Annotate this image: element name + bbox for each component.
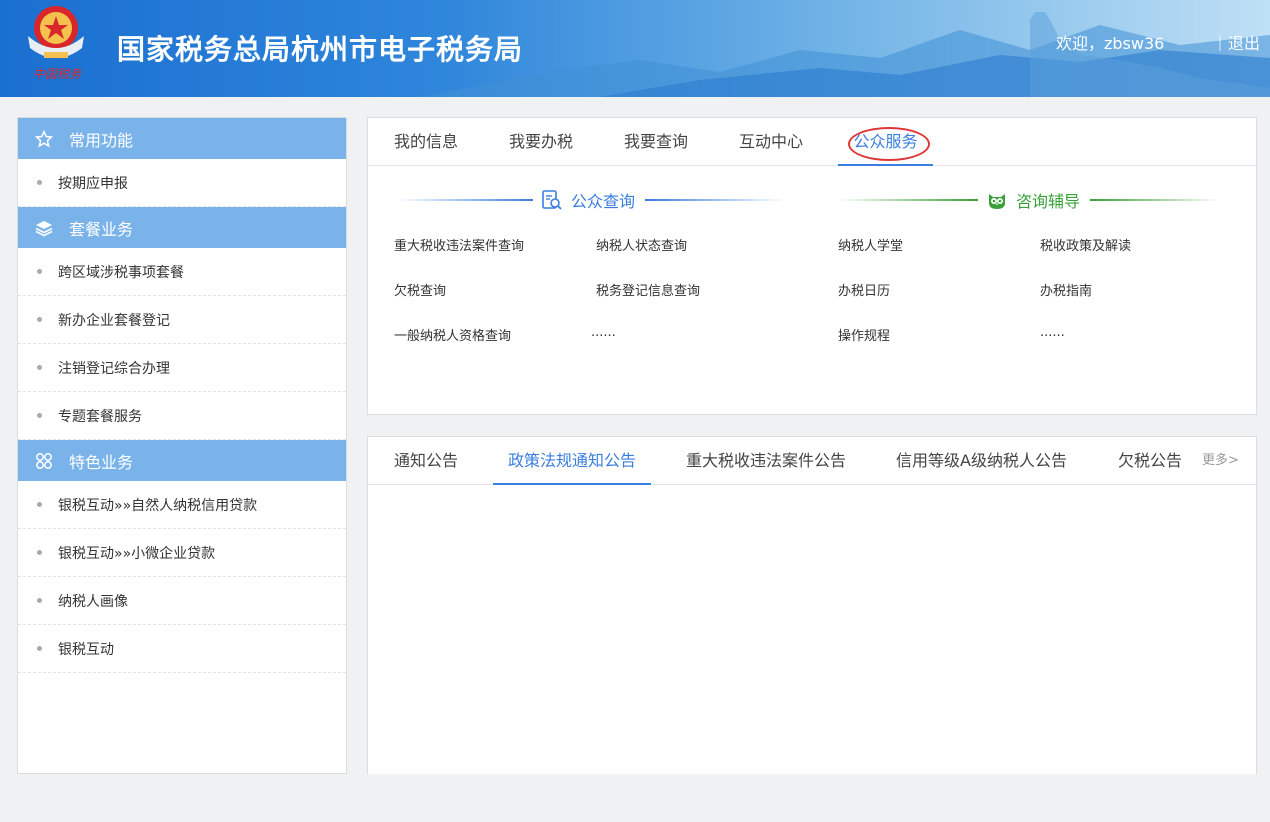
sidebar-item-label: 新办企业套餐登记	[58, 312, 170, 329]
sidebar-item-taxpayer-profile[interactable]: 纳税人画像	[18, 577, 346, 625]
logout-link[interactable]: ｜退出	[1212, 30, 1260, 54]
link-more-consult[interactable]: ......	[1040, 325, 1065, 340]
sidebar-item-bank-tax[interactable]: 银税互动	[18, 625, 346, 673]
sidebar-item-label: 银税互动	[58, 641, 114, 658]
tax-emblem-logo: 中国税务	[22, 2, 92, 84]
sidebar-group-featured[interactable]: 特色业务	[18, 440, 346, 481]
main-tab-bar: 我的信息 我要办税 我要查询 互动中心 公众服务	[368, 118, 1256, 166]
bullet-icon	[37, 646, 42, 651]
sidebar-item-label: 注销登记综合办理	[58, 360, 170, 377]
tab-my-info[interactable]: 我的信息	[394, 118, 458, 166]
site-title: 国家税务总局杭州市电子税务局	[117, 33, 524, 66]
sidebar-group-label: 特色业务	[69, 452, 134, 472]
sidebar-group-packages[interactable]: 套餐业务	[18, 207, 346, 248]
public-query-header: 公众查询	[398, 188, 786, 212]
tab-tax-handling[interactable]: 我要办税	[509, 118, 573, 166]
bullet-icon	[37, 550, 42, 555]
grid-icon	[35, 452, 53, 470]
layers-icon	[35, 219, 53, 237]
link-tax-policy[interactable]: 税收政策及解读	[1040, 235, 1131, 254]
service-panel: 我的信息 我要办税 我要查询 互动中心 公众服务 公众查询 咨询辅导 重大税收违…	[367, 117, 1257, 415]
sidebar: 常用功能 按期应申报 套餐业务 跨区域涉税事项套餐 新办企业套餐登记 注销登记综…	[17, 117, 347, 774]
sidebar-item-label: 纳税人画像	[58, 593, 128, 610]
sidebar-item-label: 按期应申报	[58, 175, 128, 192]
bullet-icon	[37, 598, 42, 603]
link-more-public-query[interactable]: ......	[591, 325, 616, 340]
search-document-icon	[541, 189, 563, 211]
sidebar-item-small-business-loan[interactable]: 银税互动»»小微企业贷款	[18, 529, 346, 577]
consult-header: 咨询辅导	[838, 188, 1221, 212]
link-tax-arrears-query[interactable]: 欠税查询	[394, 280, 446, 299]
sidebar-item-credit-loan[interactable]: 银税互动»»自然人纳税信用贷款	[18, 481, 346, 529]
tab-query[interactable]: 我要查询	[624, 118, 688, 166]
sidebar-item-periodic-filing[interactable]: 按期应申报	[18, 159, 346, 207]
link-registration-info-query[interactable]: 税务登记信息查询	[596, 280, 700, 299]
link-operating-rules[interactable]: 操作规程	[838, 325, 890, 344]
link-tax-calendar[interactable]: 办税日历	[838, 280, 890, 299]
star-icon	[35, 129, 53, 148]
highlight-circle	[848, 127, 930, 161]
sidebar-group-label: 套餐业务	[69, 219, 134, 239]
sidebar-item-new-enterprise[interactable]: 新办企业套餐登记	[18, 296, 346, 344]
link-tax-guide[interactable]: 办税指南	[1040, 280, 1092, 299]
bullet-icon	[37, 317, 42, 322]
tab-arrears-notice[interactable]: 欠税公告	[1118, 437, 1182, 485]
public-query-title: 公众查询	[571, 192, 636, 211]
sidebar-item-cross-region[interactable]: 跨区域涉税事项套餐	[18, 248, 346, 296]
tab-notice[interactable]: 通知公告	[394, 437, 458, 485]
tab-policy-notice[interactable]: 政策法规通知公告	[493, 437, 651, 485]
sidebar-item-label: 跨区域涉税事项套餐	[58, 264, 184, 281]
bullet-icon	[37, 269, 42, 274]
sidebar-item-special-package[interactable]: 专题套餐服务	[18, 392, 346, 440]
link-major-violation-query[interactable]: 重大税收违法案件查询	[394, 235, 524, 254]
sidebar-group-common[interactable]: 常用功能	[18, 118, 346, 159]
sidebar-item-deregistration[interactable]: 注销登记综合办理	[18, 344, 346, 392]
bullet-icon	[37, 365, 42, 370]
bullet-icon	[37, 502, 42, 507]
welcome-text: 欢迎，zbsw36	[1056, 34, 1165, 53]
link-taxpayer-school[interactable]: 纳税人学堂	[838, 235, 903, 254]
sidebar-item-label: 银税互动»»自然人纳税信用贷款	[58, 497, 258, 514]
bullet-icon	[37, 180, 42, 185]
tab-interaction[interactable]: 互动中心	[739, 118, 803, 166]
link-taxpayer-status-query[interactable]: 纳税人状态查询	[596, 235, 687, 254]
owl-icon	[986, 189, 1008, 211]
link-general-taxpayer-query[interactable]: 一般纳税人资格查询	[394, 325, 511, 344]
bullet-icon	[37, 413, 42, 418]
sidebar-group-label: 常用功能	[69, 130, 134, 150]
tab-credit-a-notice[interactable]: 信用等级A级纳税人公告	[896, 437, 1067, 485]
more-link[interactable]: 更多>	[1202, 437, 1239, 485]
site-header: 中国税务 国家税务总局杭州市电子税务局 欢迎，zbsw36 ｜退出	[0, 0, 1270, 97]
consult-title: 咨询辅导	[1016, 192, 1081, 211]
notice-panel: 通知公告 政策法规通知公告 重大税收违法案件公告 信用等级A级纳税人公告 欠税公…	[367, 436, 1257, 774]
tab-major-violation-notice[interactable]: 重大税收违法案件公告	[686, 437, 846, 485]
sidebar-item-label: 银税互动»»小微企业贷款	[58, 545, 216, 562]
sidebar-item-label: 专题套餐服务	[58, 408, 142, 425]
svg-text:中国税务: 中国税务	[33, 67, 82, 81]
notice-tab-bar: 通知公告 政策法规通知公告 重大税收违法案件公告 信用等级A级纳税人公告 欠税公…	[368, 437, 1256, 485]
